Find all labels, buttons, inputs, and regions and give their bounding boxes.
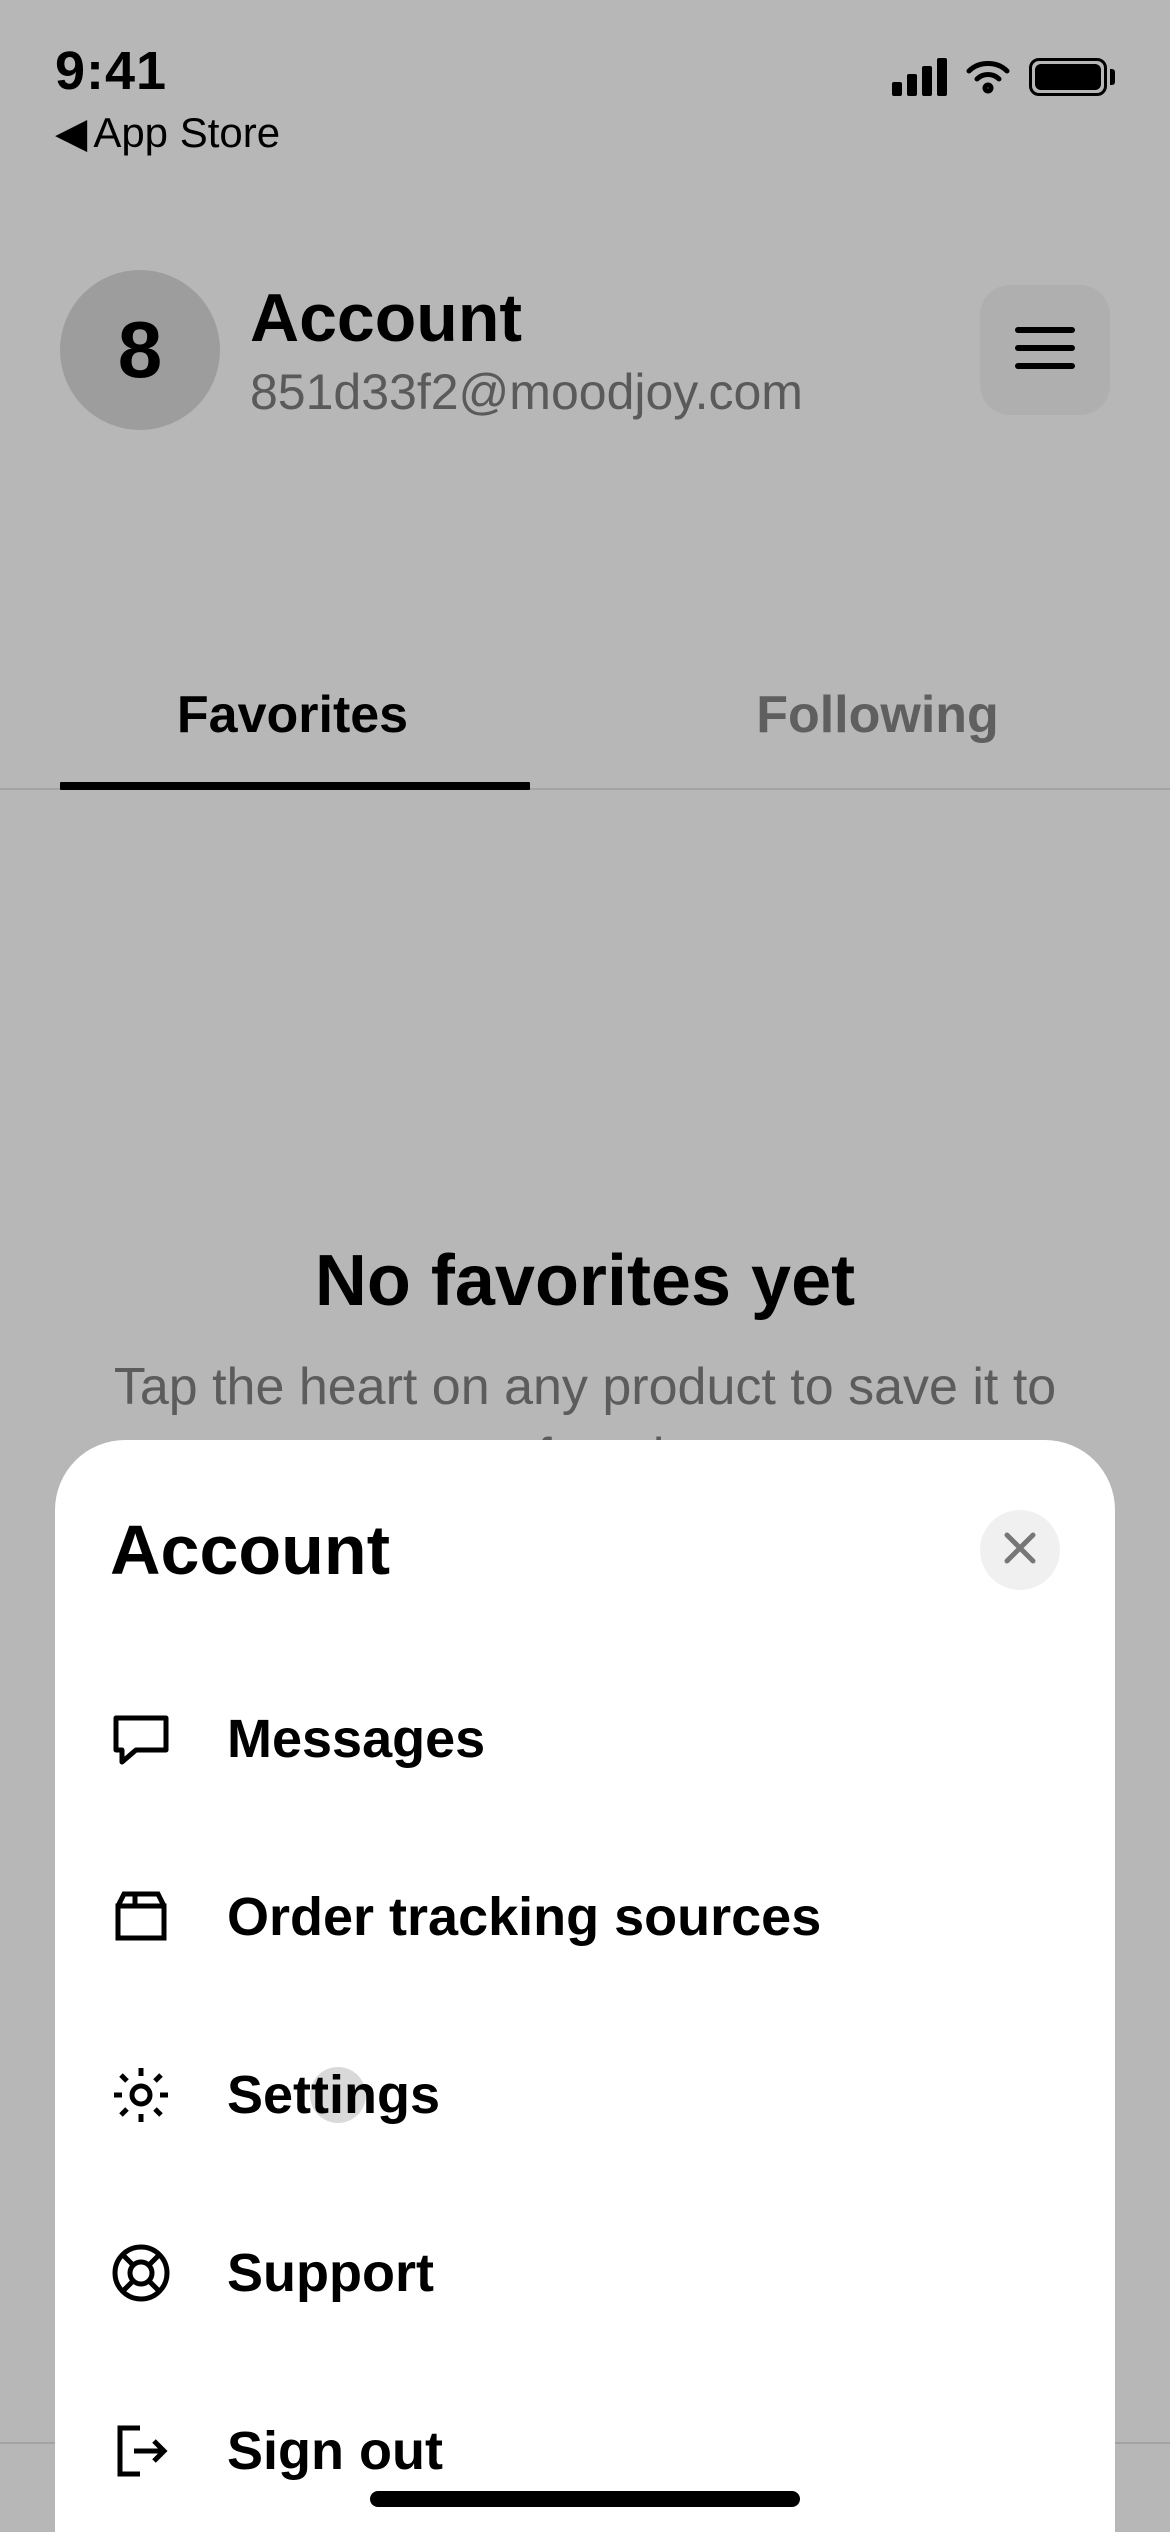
package-icon — [110, 1886, 172, 1948]
gear-icon — [110, 2064, 172, 2126]
home-indicator — [370, 2491, 800, 2507]
menu-item-settings[interactable]: Settings — [110, 2006, 1060, 2184]
close-button[interactable] — [980, 1510, 1060, 1590]
menu-item-label: Messages — [227, 1708, 485, 1770]
menu-item-messages[interactable]: Messages — [110, 1650, 1060, 1828]
message-icon — [110, 1708, 172, 1770]
menu-item-label: Support — [227, 2242, 434, 2304]
lifebuoy-icon — [110, 2242, 172, 2304]
tap-highlight — [310, 2067, 366, 2123]
sheet-title: Account — [110, 1510, 390, 1590]
sheet-menu: Messages Order tracking sources Settings… — [110, 1650, 1060, 2532]
menu-item-order-tracking[interactable]: Order tracking sources — [110, 1828, 1060, 2006]
menu-item-label: Sign out — [227, 2420, 443, 2482]
account-sheet: Account Messages Order tracking sources … — [55, 1440, 1115, 2532]
close-icon — [1003, 1531, 1037, 1570]
signout-icon — [110, 2420, 172, 2482]
menu-item-label: Order tracking sources — [227, 1886, 821, 1948]
menu-item-support[interactable]: Support — [110, 2184, 1060, 2362]
